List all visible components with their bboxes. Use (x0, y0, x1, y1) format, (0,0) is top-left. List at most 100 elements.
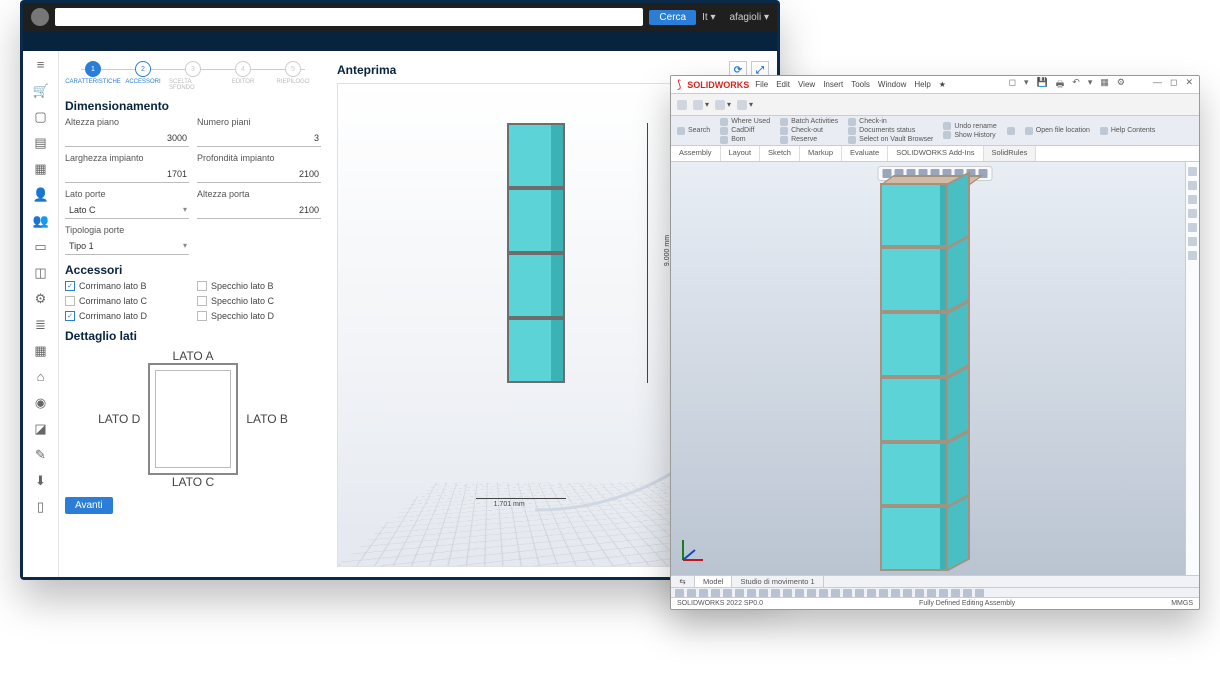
step-5[interactable]: 5 RIEPILOGO (269, 61, 317, 85)
rb-composed[interactable]: CadDiff (720, 127, 770, 135)
tipologia-select[interactable]: Tipo 1 (65, 237, 189, 255)
building-icon[interactable]: ▦ (33, 161, 49, 177)
settings-icon[interactable]: ◉ (33, 395, 49, 411)
ruler-icon[interactable]: ▭ (33, 239, 49, 255)
menu-pin-icon[interactable]: ★ (939, 80, 946, 89)
tp-6-icon[interactable] (1188, 237, 1197, 246)
rb-checkout[interactable]: Documents status (848, 127, 933, 135)
org-icon[interactable]: ◫ (33, 265, 49, 281)
print-icon[interactable]: 🖶 (1056, 77, 1065, 93)
tp-3-icon[interactable] (1188, 195, 1197, 204)
rb-bom[interactable]: Bom (720, 136, 770, 144)
step-4[interactable]: 4 EDITOR (219, 61, 267, 85)
status-units[interactable]: MMGS (1171, 600, 1193, 607)
check-specchio-d[interactable]: ✓Specchio lato D (197, 311, 321, 321)
rb-batch[interactable]: Batch Activities (780, 118, 838, 126)
download-icon[interactable]: ⬇ (33, 473, 49, 489)
section-accessori: Accessori (65, 263, 321, 277)
tp-4-icon[interactable] (1188, 209, 1197, 218)
search-input[interactable] (55, 8, 643, 26)
undo-icon[interactable]: ↶ (1072, 77, 1080, 93)
calendar-icon[interactable]: ▦ (33, 343, 49, 359)
sw-viewport[interactable] (671, 162, 1199, 575)
tab-addins[interactable]: SOLIDWORKS Add-Ins (888, 146, 983, 161)
tool-icon[interactable]: ✎ (33, 447, 49, 463)
menu-tools[interactable]: Tools (851, 80, 870, 89)
chart-icon[interactable]: ◪ (33, 421, 49, 437)
lato-porte-select[interactable]: Lato C (65, 201, 189, 219)
open-icon[interactable]: ▾ (1024, 77, 1029, 93)
minimize-icon[interactable]: — (1153, 77, 1162, 93)
tab-sketch[interactable]: Sketch (760, 146, 800, 161)
rb-where-used[interactable]: Where Used (720, 118, 770, 126)
tp-7-icon[interactable] (1188, 251, 1197, 260)
menu-file[interactable]: File (755, 80, 768, 89)
rb-help[interactable]: Help Contents (1100, 127, 1155, 135)
rb-select-vault[interactable]: Select on Vault Browser (848, 136, 933, 144)
step-3[interactable]: 3 SCELTA SFONDO (169, 61, 217, 91)
profondita-input[interactable]: 2100 (197, 165, 321, 183)
step-2[interactable]: 2 ACCESSORI (119, 61, 167, 85)
rb-checkin[interactable]: Check-in (848, 118, 933, 126)
menu-view[interactable]: View (798, 80, 815, 89)
tp-5-icon[interactable] (1188, 223, 1197, 232)
check-specchio-c[interactable]: ✓Specchio lato C (197, 296, 321, 306)
maximize-icon[interactable]: ◻ (1170, 77, 1177, 93)
cogs-icon[interactable]: ⚙ (33, 291, 49, 307)
qb-print-icon[interactable]: ▾ (737, 100, 753, 110)
menu-insert[interactable]: Insert (823, 80, 843, 89)
dim-width: 1.701 mm (476, 498, 566, 499)
rb-undo-rename[interactable]: Undo rename (943, 122, 996, 130)
rb-doc-status[interactable]: Show History (943, 131, 996, 139)
clipboard-icon[interactable]: ▤ (33, 135, 49, 151)
user-icon[interactable]: 👤 (33, 187, 49, 203)
status-version: SOLIDWORKS 2022 SP0.0 (677, 600, 763, 607)
qb-save-icon[interactable]: ▾ (715, 100, 731, 110)
list-icon[interactable]: ≣ (33, 317, 49, 333)
box-icon[interactable]: ▢ (33, 109, 49, 125)
group-icon[interactable]: ⌂ (33, 369, 49, 385)
search-button[interactable]: Cerca (649, 10, 696, 25)
check-specchio-b[interactable]: ✓Specchio lato B (197, 281, 321, 291)
check-corrimano-c[interactable]: ✓Corrimano lato C (65, 296, 189, 306)
rb-search[interactable]: Search (677, 127, 710, 135)
rb-open-loc[interactable]: Open file location (1025, 127, 1090, 135)
user-menu[interactable]: afagioli ▾ (729, 12, 769, 23)
menu-icon[interactable]: ≡ (33, 57, 49, 73)
next-button[interactable]: Avanti (65, 497, 113, 514)
cart-icon[interactable]: 🛒 (33, 83, 49, 99)
tab-layout[interactable]: Layout (721, 146, 761, 161)
options-icon[interactable]: ⚙ (1117, 77, 1125, 93)
altezza-porta-input[interactable]: 2100 (197, 201, 321, 219)
numero-piani-input[interactable]: 3 (197, 129, 321, 147)
rb-show-history[interactable] (1007, 127, 1015, 135)
check-corrimano-d[interactable]: ✓Corrimano lato D (65, 311, 189, 321)
menu-help[interactable]: Help (914, 80, 930, 89)
larghezza-input[interactable]: 1701 (65, 165, 189, 183)
rb-reserve[interactable]: Reserve (780, 136, 838, 144)
file-icon[interactable]: ▯ (33, 499, 49, 515)
qb-home-icon[interactable] (677, 100, 687, 110)
language-dropdown[interactable]: It ▾ (702, 12, 715, 23)
qb-open-icon[interactable]: ▾ (693, 100, 709, 110)
tab-markup[interactable]: Markup (800, 146, 842, 161)
menu-window[interactable]: Window (878, 80, 906, 89)
rb-caddiff[interactable]: Check-out (780, 127, 838, 135)
rebuild-icon[interactable]: ▦ (1100, 77, 1109, 93)
section-dettaglio: Dettaglio lati (65, 329, 321, 343)
lato-c-label: LATO C (172, 475, 214, 489)
step-1[interactable]: 1 CARATTERISTICHE (69, 61, 117, 85)
altezza-piano-input[interactable]: 3000 (65, 129, 189, 147)
users-icon[interactable]: 👥 (33, 213, 49, 229)
tab-evaluate[interactable]: Evaluate (842, 146, 888, 161)
new-icon[interactable]: ◻ (1009, 77, 1016, 93)
redo-icon[interactable]: ▾ (1088, 77, 1093, 93)
close-icon[interactable]: ✕ (1185, 77, 1193, 93)
save-icon[interactable]: 💾 (1037, 77, 1048, 93)
check-corrimano-b[interactable]: ✓Corrimano lato B (65, 281, 189, 291)
menu-edit[interactable]: Edit (776, 80, 790, 89)
tab-solidrules[interactable]: SolidRules (984, 146, 1037, 161)
tab-assembly[interactable]: Assembly (671, 146, 721, 161)
tp-2-icon[interactable] (1188, 181, 1197, 190)
tp-1-icon[interactable] (1188, 167, 1197, 176)
